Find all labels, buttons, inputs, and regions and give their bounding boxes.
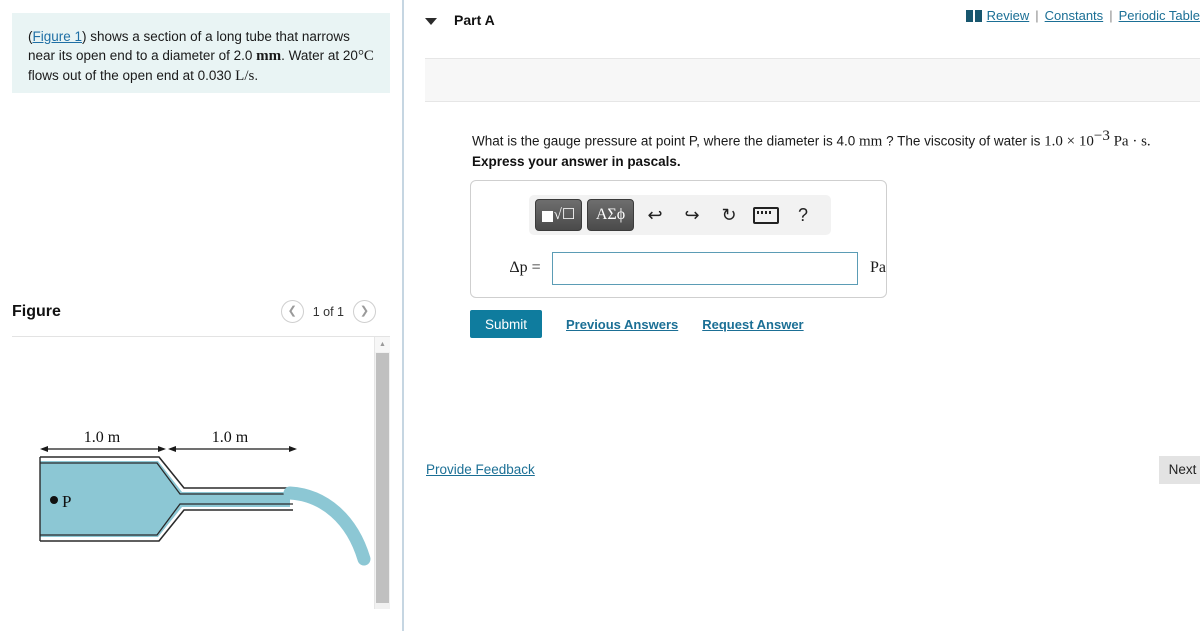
- dimension-label-left: 1.0 m: [84, 429, 121, 446]
- math-toolbar: √☐ ΑΣϕ ↩ ↪ ↻ ?: [529, 195, 831, 235]
- book-icon: [965, 9, 982, 22]
- constants-link[interactable]: Constants: [1045, 8, 1104, 23]
- nav-separator-1: |: [1035, 8, 1039, 23]
- redo-icon[interactable]: ↪: [676, 200, 708, 230]
- figure-prev-button[interactable]: ❮: [280, 300, 304, 323]
- figure-1-link[interactable]: Figure 1: [33, 29, 83, 44]
- answer-instruction: Express your answer in pascals.: [472, 154, 681, 169]
- problem-text-after: flows out of the open end at 0.030: [28, 68, 236, 83]
- tube-diagram: P 1.0 m 1.0 m: [39, 429, 371, 566]
- undo-icon[interactable]: ↩: [639, 200, 671, 230]
- nth-root-icon: √☐: [553, 206, 576, 223]
- keyboard-icon[interactable]: [750, 200, 782, 230]
- previous-answers-link[interactable]: Previous Answers: [566, 317, 678, 332]
- answer-input-row: Δp = Pa: [471, 243, 886, 293]
- viscosity-unit: Pa · s.: [1109, 133, 1151, 150]
- chevron-down-icon[interactable]: [425, 18, 437, 25]
- part-a-label: Part A: [454, 12, 495, 28]
- figure-navigation: ❮ 1 of 1 ❯: [280, 300, 376, 323]
- viscosity-exponent: −3: [1093, 128, 1110, 144]
- request-answer-link[interactable]: Request Answer: [702, 317, 803, 332]
- figure-body: P 1.0 m 1.0 m ▲: [12, 336, 390, 609]
- degrees-celsius: °C: [357, 48, 374, 64]
- answer-entry-box: √☐ ΑΣϕ ↩ ↪ ↻ ? Δp = Pa: [470, 180, 887, 298]
- point-p-label: P: [62, 492, 71, 511]
- figure-scrollbar[interactable]: ▲: [374, 337, 390, 609]
- left-column: (Figure 1) shows a section of a long tub…: [0, 0, 402, 631]
- help-icon[interactable]: ?: [787, 200, 819, 230]
- figure-title: Figure: [12, 303, 61, 320]
- problem-statement-text: (Figure 1) shows a section of a long tub…: [28, 29, 374, 84]
- action-row: Submit Previous Answers Request Answer: [470, 310, 804, 338]
- template-icon: √☐: [541, 206, 576, 223]
- scrollbar-thumb[interactable]: [376, 353, 389, 603]
- scroll-up-arrow-icon[interactable]: ▲: [375, 337, 390, 352]
- part-a-header-band: [425, 58, 1200, 102]
- question-text: What is the gauge pressure at point P, w…: [472, 127, 1172, 151]
- dimension-label-right: 1.0 m: [212, 429, 249, 446]
- problem-text-mid: . Water at 20: [281, 48, 358, 63]
- submit-button[interactable]: Submit: [470, 310, 542, 338]
- template-button[interactable]: √☐: [535, 199, 582, 231]
- tube-water-fill: [40, 461, 290, 537]
- figure-header: Figure ❮ 1 of 1 ❯: [12, 300, 390, 332]
- reset-icon[interactable]: ↻: [713, 200, 745, 230]
- point-p-marker: [50, 496, 58, 504]
- unit-mm: mm: [256, 48, 282, 64]
- problem-period: .: [254, 68, 259, 83]
- template-square-icon: [541, 210, 553, 222]
- top-navigation: Review | Constants | Periodic Table: [965, 8, 1200, 23]
- periodic-table-link[interactable]: Periodic Table: [1119, 8, 1200, 23]
- answer-input[interactable]: [551, 251, 858, 285]
- question-part-2: ? The viscosity of water is: [882, 133, 1045, 149]
- viscosity-value: 1.0 × 10: [1044, 133, 1094, 150]
- nav-separator-2: |: [1109, 8, 1113, 23]
- question-part-1: What is the gauge pressure at point P, w…: [472, 133, 859, 149]
- review-link[interactable]: Review: [987, 8, 1030, 23]
- figure-counter: 1 of 1: [312, 304, 344, 319]
- next-button[interactable]: Next ❯: [1159, 456, 1200, 484]
- question-unit-mm: mm: [858, 133, 883, 150]
- page-root: (Figure 1) shows a section of a long tub…: [0, 0, 1200, 631]
- problem-statement: (Figure 1) shows a section of a long tub…: [12, 13, 390, 93]
- figure-next-button[interactable]: ❯: [353, 300, 376, 323]
- delta-p-label: Δp =: [509, 259, 541, 276]
- unit-liters-per-second: L/s: [235, 68, 255, 84]
- answer-unit-label: Pa: [870, 259, 886, 276]
- provide-feedback-link[interactable]: Provide Feedback: [426, 462, 535, 477]
- right-column: Review | Constants | Periodic Table Part…: [404, 0, 1200, 631]
- water-jet: [283, 486, 371, 566]
- greek-symbols-button[interactable]: ΑΣϕ: [587, 199, 634, 231]
